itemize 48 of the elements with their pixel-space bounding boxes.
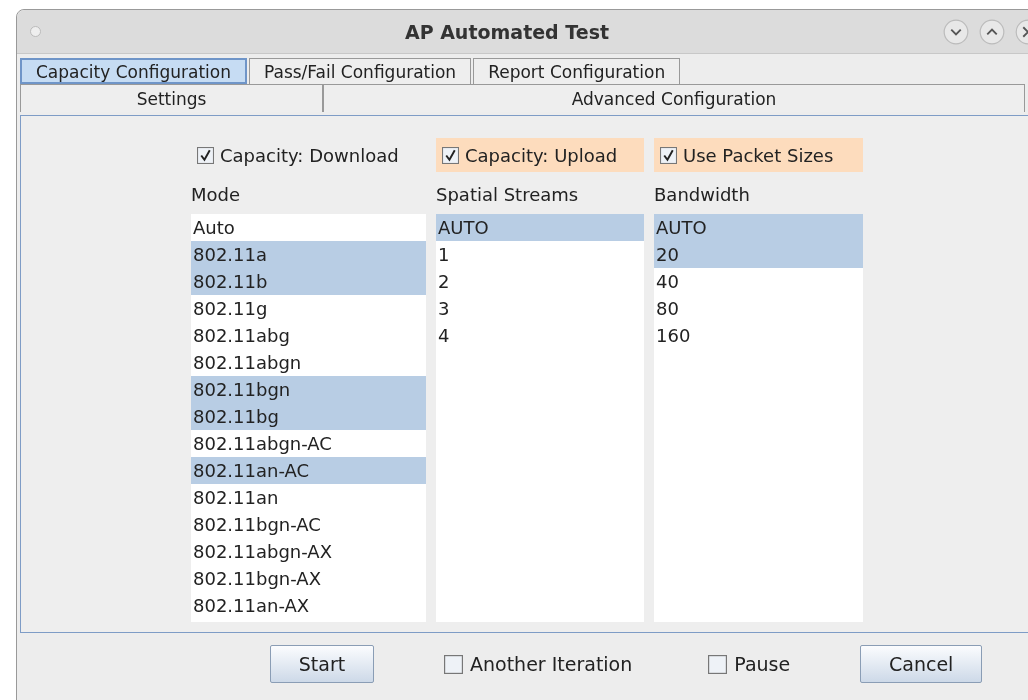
list-heading: Spatial Streams — [436, 184, 580, 207]
checkbox[interactable] — [660, 146, 677, 164]
window-title: AP Automated Test — [403, 20, 611, 43]
list-item[interactable]: 40 — [654, 268, 863, 295]
tab[interactable]: Capacity Configuration — [20, 58, 247, 84]
list-item[interactable]: 802.11bgn-AX — [191, 565, 426, 592]
list-item[interactable]: 802.11an-AC — [191, 457, 426, 484]
list-item[interactable]: 802.11bgn-AC — [191, 511, 426, 538]
checkbox-option[interactable]: Capacity: Upload — [436, 138, 644, 172]
list-item[interactable]: 802.11a — [191, 241, 426, 268]
list-item[interactable]: 4 — [436, 322, 644, 349]
checkbox-option[interactable]: Use Packet Sizes — [654, 138, 863, 172]
checkbox-option[interactable]: Pause — [708, 653, 791, 675]
list-item[interactable]: AUTO — [654, 214, 863, 241]
list-item[interactable]: 802.11g — [191, 295, 426, 322]
checkbox-option[interactable]: Another Iteration — [444, 653, 633, 675]
checkbox[interactable] — [444, 654, 463, 674]
list-item[interactable]: 802.11an-AX — [191, 592, 426, 619]
list-heading: Bandwidth — [654, 184, 751, 207]
minimize-icon[interactable] — [943, 18, 969, 45]
list-item[interactable]: AUTO — [436, 214, 644, 241]
list-item[interactable]: 3 — [436, 295, 644, 322]
tab[interactable]: Pass/Fail Configuration — [249, 58, 472, 84]
tab[interactable]: Report Configuration — [473, 58, 681, 84]
list-item[interactable]: 1 — [436, 241, 644, 268]
checkbox-option[interactable]: Capacity: Download — [191, 138, 426, 172]
tab[interactable]: Settings — [20, 84, 323, 112]
list-item[interactable]: 802.11b — [191, 268, 426, 295]
list-heading: Mode — [191, 184, 242, 207]
checkbox[interactable] — [442, 146, 459, 164]
list-item[interactable]: Auto — [191, 214, 426, 241]
list-item[interactable]: 20 — [654, 241, 863, 268]
list-item[interactable]: 802.11bgn — [191, 376, 426, 403]
maximize-icon[interactable] — [979, 18, 1005, 45]
tab[interactable]: Advanced Configuration — [323, 84, 1025, 112]
list-item[interactable]: 802.11bg — [191, 403, 426, 430]
list-item[interactable]: 802.11abgn-AC — [191, 430, 426, 457]
list-item[interactable]: 2 — [436, 268, 644, 295]
list-item[interactable]: 80 — [654, 295, 863, 322]
checkbox[interactable] — [197, 146, 214, 164]
list-item[interactable]: 802.11abg — [191, 322, 426, 349]
list-item[interactable]: 160 — [654, 322, 863, 349]
cancel-button[interactable]: Cancel — [860, 645, 983, 683]
checkbox[interactable] — [708, 654, 728, 674]
start-button[interactable]: Start — [270, 645, 374, 683]
list-item[interactable]: 802.11abgn-AX — [191, 538, 426, 565]
list-item[interactable]: 802.11abgn — [191, 349, 426, 376]
list-item[interactable]: 802.11an — [191, 484, 426, 511]
